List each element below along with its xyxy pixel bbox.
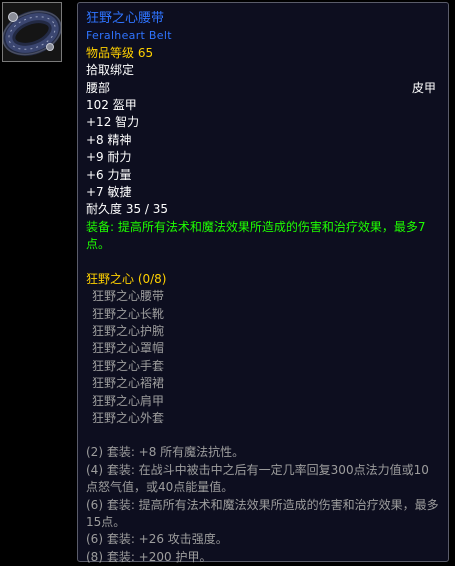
item-tooltip: 狂野之心腰带 Feralheart Belt 物品等级 65 拾取绑定 腰部 皮… [77,2,449,564]
armor-type-label: 皮甲 [411,80,436,95]
set-piece: 狂野之心外套 [92,410,165,425]
set-name: 狂野之心 (0/8) [86,271,167,286]
stat-intellect: +12 智力 [86,115,140,130]
slot-row: 腰部 皮甲 [86,80,440,97]
stat-stamina: +9 耐力 [86,150,132,165]
stat-spirit: +8 精神 [86,132,132,147]
slot-label: 腰部 [86,80,111,95]
stat-strength: +6 力量 [86,167,132,182]
set-piece: 狂野之心肩甲 [92,393,165,408]
set-bonus: (8) 套装: +200 护甲。 [86,549,212,564]
set-piece: 狂野之心罩帽 [92,341,165,356]
item-name-english: Feralheart Belt [86,29,172,43]
armor-value: 102 盔甲 [86,98,137,113]
set-piece: 狂野之心褶裙 [92,376,165,391]
set-piece: 狂野之心腰带 [92,289,165,304]
set-piece: 狂野之心护腕 [92,323,165,338]
set-bonus: (2) 套装: +8 所有魔法抗性。 [86,445,245,460]
durability: 耐久度 35 / 35 [86,202,169,217]
belt-icon[interactable] [2,2,62,62]
set-bonus: (6) 套装: +26 攻击强度。 [86,532,228,547]
equip-effect: 装备: 提高所有法术和魔法效果所造成的伤害和治疗效果，最多7点。 [86,219,426,252]
item-level: 物品等级 65 [86,45,154,60]
stat-agility: +7 敏捷 [86,185,132,200]
binding-text: 拾取绑定 [86,63,135,78]
set-bonus: (6) 套装: 提高所有法术和魔法效果所造成的伤害和治疗效果，最多15点。 [86,497,439,529]
item-name: 狂野之心腰带 [86,11,165,26]
belt-icon-graphic [3,3,61,61]
set-piece: 狂野之心长靴 [92,306,165,321]
set-piece: 狂野之心手套 [92,358,165,373]
set-bonus: (4) 套装: 在战斗中被击中之后有一定几率回复300点法力值或10点怒气值，或… [86,462,429,495]
